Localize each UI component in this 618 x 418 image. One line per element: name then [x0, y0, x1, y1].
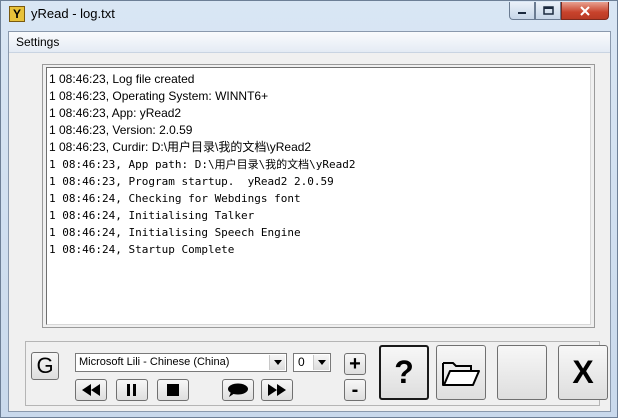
open-file-button[interactable]	[436, 345, 486, 400]
close-icon	[580, 5, 590, 16]
log-line: 1 08:46:23, Curdir: D:\用户目录\我的文档\yRead2	[49, 140, 312, 154]
rewind-button[interactable]	[75, 379, 107, 401]
client-area: Settings 1 08:46:23, Log file created 1 …	[8, 31, 611, 412]
g-button[interactable]: G	[31, 352, 59, 380]
log-line: 1 08:46:23, Operating System: WINNT6+	[49, 89, 269, 103]
voice-select-value: Microsoft Lili - Chinese (China)	[79, 356, 230, 368]
speed-decrease-button[interactable]: -	[344, 379, 366, 401]
title-bar[interactable]: Y yRead - log.txt	[1, 1, 617, 27]
blank-button[interactable]	[497, 345, 547, 400]
log-line: 1 08:46:23, Program startup. yRead2 2.0.…	[49, 175, 334, 188]
pause-button[interactable]	[116, 379, 148, 401]
chevron-down-icon[interactable]	[269, 355, 285, 370]
rewind-icon	[82, 384, 100, 396]
control-panel: G Microsoft Lili - Chinese (China) 0 + -	[25, 341, 608, 406]
log-textbox[interactable]: 1 08:46:23, Log file created 1 08:46:23,…	[46, 67, 591, 325]
pause-icon	[127, 384, 136, 396]
close-button[interactable]	[561, 2, 609, 20]
speed-increase-button[interactable]: +	[344, 353, 366, 375]
maximize-button[interactable]	[535, 2, 561, 20]
minimize-icon	[518, 11, 526, 14]
log-line: 1 08:46:24, Initialising Talker	[49, 209, 255, 222]
maximize-icon	[542, 6, 554, 15]
menu-bar: Settings	[9, 32, 610, 53]
log-line: 1 08:46:23, App: yRead2	[49, 106, 182, 120]
log-line: 1 08:46:24, Initialising Speech Engine	[49, 226, 301, 239]
log-line: 1 08:46:23, Version: 2.0.59	[49, 123, 193, 137]
menu-settings[interactable]: Settings	[16, 35, 59, 49]
stop-button[interactable]	[157, 379, 189, 401]
window-title: yRead - log.txt	[31, 6, 115, 21]
talk-button[interactable]	[222, 379, 254, 401]
app-icon: Y	[9, 6, 25, 22]
log-line: 1 08:46:24, Startup Complete	[49, 243, 235, 256]
speed-select[interactable]: 0	[293, 353, 331, 372]
exit-button[interactable]: X	[558, 345, 608, 400]
log-line: 1 08:46:23, App path: D:\用户目录\我的文档\yRead…	[49, 158, 356, 171]
minimize-button[interactable]	[509, 2, 535, 20]
open-folder-icon	[442, 361, 480, 386]
voice-select[interactable]: Microsoft Lili - Chinese (China)	[75, 353, 287, 372]
log-line: 1 08:46:24, Checking for Webdings font	[49, 192, 301, 205]
help-button[interactable]: ?	[379, 345, 429, 400]
chevron-down-icon[interactable]	[313, 355, 329, 370]
speed-select-value: 0	[298, 355, 305, 369]
fast-forward-icon	[268, 384, 286, 396]
fast-forward-button[interactable]	[261, 379, 293, 401]
log-line: 1 08:46:23, Log file created	[49, 72, 195, 86]
app-window: Y yRead - log.txt Settings 1 08:46:23, L…	[0, 0, 618, 418]
stop-icon	[167, 384, 179, 396]
log-frame: 1 08:46:23, Log file created 1 08:46:23,…	[42, 64, 595, 328]
speech-bubble-icon	[228, 383, 248, 397]
